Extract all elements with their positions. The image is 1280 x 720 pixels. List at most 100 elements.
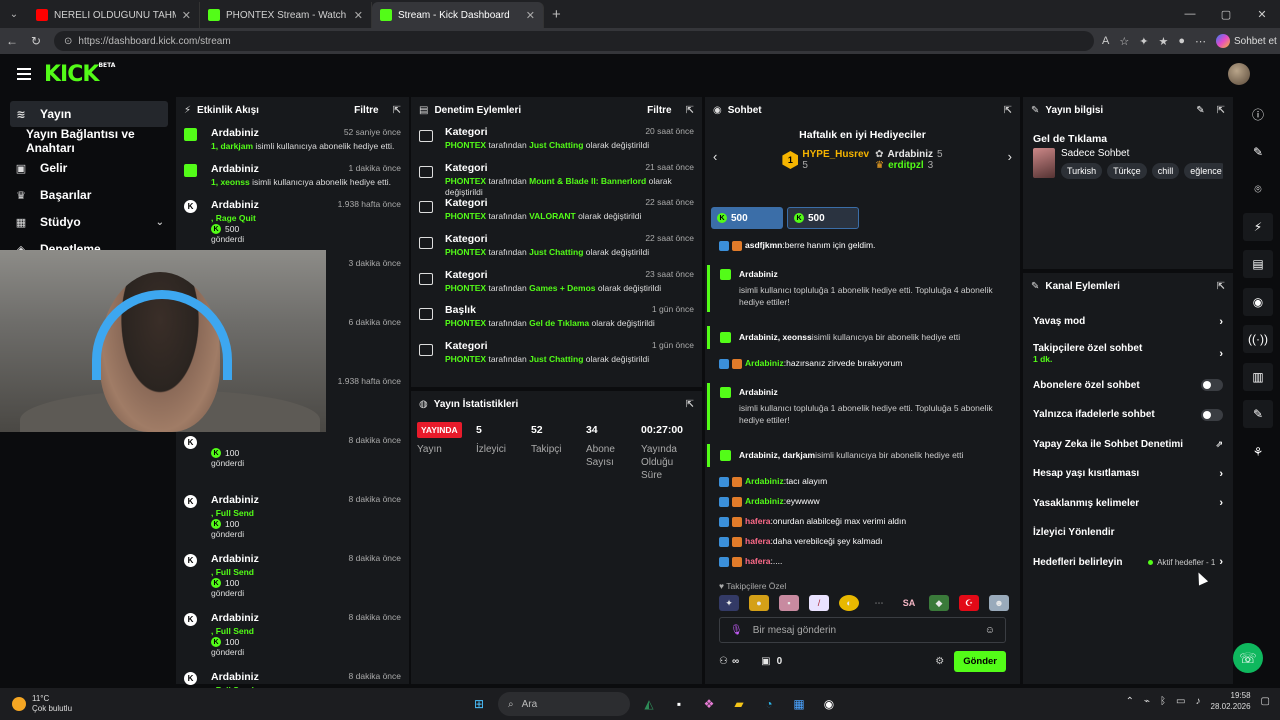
new-tab-icon[interactable]: + — [552, 6, 561, 23]
obs-icon[interactable]: ◉ — [818, 693, 840, 715]
expand-icon[interactable]: ⇱ — [686, 105, 694, 116]
tag-chip[interactable]: Türkçe — [1107, 163, 1147, 179]
channel-action-8[interactable]: İzleyici Yönlendir — [1023, 518, 1233, 548]
chat-message[interactable]: Ardabiniz: hazırsanız zirvede bırakıyoru… — [705, 358, 1020, 369]
minimize-icon[interactable]: — — [1172, 0, 1208, 28]
expand-icon[interactable]: ⇱ — [1217, 281, 1225, 292]
emote-icon[interactable]: ⋯ — [869, 595, 889, 611]
channel-action-7[interactable]: Yasaklanmış kelimeler › — [1023, 489, 1233, 519]
chat-username[interactable]: Ardabiniz — [745, 358, 784, 368]
camera-icon[interactable]: ⌾ — [1243, 175, 1273, 203]
channel-action-3[interactable]: Abonelere özel sohbet — [1023, 371, 1233, 401]
chat-username[interactable]: hafera — [745, 536, 771, 546]
profile-icon[interactable]: ● — [1178, 35, 1185, 47]
store-icon[interactable]: ▦ — [788, 693, 810, 715]
emote-icon[interactable]: / — [809, 595, 829, 611]
document-icon[interactable]: ▤ — [1243, 250, 1273, 278]
activity-item[interactable]: K Ardabiniz 1.938 hafta önce, Rage Quit K 50… — [176, 195, 409, 254]
microphone-icon[interactable]: 🎙 — [730, 625, 743, 636]
emote-icon[interactable]: ✦ — [719, 595, 739, 611]
volume-icon[interactable]: ♪ — [1196, 696, 1201, 707]
expand-icon[interactable]: ⇱ — [1217, 105, 1225, 116]
emote-icon[interactable]: ▪ — [779, 595, 799, 611]
lightning-icon[interactable]: ⚡ — [1243, 212, 1273, 241]
browser-tab-active[interactable]: Stream - Kick Dashboard ✕ — [372, 2, 544, 28]
filter-button[interactable]: Filtre — [354, 105, 378, 116]
clock[interactable]: 19:58 28.02.2026 — [1211, 690, 1251, 712]
chat-message-input[interactable]: 🎙 Bir mesaj gönderin ☺ — [719, 617, 1006, 643]
emote-icon[interactable]: ◆ — [929, 595, 949, 611]
tag-chip[interactable]: Turkish — [1061, 163, 1103, 179]
read-aloud-icon[interactable]: A — [1102, 35, 1109, 47]
gifter-row[interactable]: ♛ erditpzl 3 — [875, 160, 943, 171]
sidebar-item-basarilar[interactable]: ♛ Başarılar — [10, 182, 168, 208]
sidebar-item-yayin[interactable]: ≋ Yayın — [10, 101, 168, 127]
favorites-icon[interactable]: ★ — [1158, 35, 1168, 48]
close-tab-icon[interactable]: ✕ — [526, 9, 535, 22]
bluetooth-icon[interactable]: ᛒ — [1160, 696, 1166, 707]
settings-gear-icon[interactable]: ⚙ — [935, 656, 944, 667]
sidebar-item-stream-key[interactable]: Yayın Bağlantısı ve Anahtarı — [10, 127, 168, 155]
moderation-item[interactable]: Kategori 23 saat önce PHONTEX tarafından G… — [411, 266, 702, 302]
hamburger-menu-icon[interactable] — [17, 65, 31, 83]
chat-username[interactable]: Ardabiniz — [745, 476, 784, 486]
user-avatar[interactable] — [1228, 63, 1250, 85]
weather-widget[interactable]: 11°C Çok bulutlu — [12, 694, 72, 714]
notifications-icon[interactable]: ▢ — [1261, 696, 1270, 707]
close-window-icon[interactable]: ✕ — [1244, 0, 1280, 28]
tag-chip[interactable]: eğlence — [1184, 163, 1223, 179]
emote-icon[interactable]: ● — [749, 595, 769, 611]
kick-logo[interactable]: KICKBETA — [44, 62, 115, 87]
chat-username[interactable]: hafera — [745, 556, 771, 566]
network-icon[interactable]: ⌁ — [1144, 696, 1150, 707]
gift-box-icon[interactable]: ▣ — [761, 656, 770, 667]
turkish-flag-emote-icon[interactable]: ☪ — [959, 595, 979, 611]
wrench-icon[interactable]: ✎ — [1243, 400, 1273, 428]
pinned-gift[interactable]: K 500 — [787, 207, 859, 229]
sidebar-item-gelir[interactable]: ▣ Gelir — [10, 155, 168, 181]
pencil-icon[interactable]: ✎ — [1243, 138, 1273, 166]
apps-icon[interactable]: ⚘ — [1243, 438, 1273, 466]
chevron-up-icon[interactable]: ⌃ — [1126, 696, 1134, 707]
activity-item[interactable]: K 8 dakika önce K 100 gönderdi — [176, 431, 409, 490]
tab-list-chevron-icon[interactable]: ⌄ — [0, 0, 28, 28]
sidebar-item-studyo[interactable]: ▦ Stüdyo ⌄ — [10, 209, 168, 235]
broadcast-icon[interactable]: ((·)) — [1243, 325, 1273, 353]
support-chat-button[interactable]: ☏ — [1233, 643, 1263, 673]
url-input[interactable]: ⊙ https://dashboard.kick.com/stream — [54, 31, 1094, 51]
chat-message[interactable]: hafera: daha verebilceği şey kalmadı — [705, 536, 1020, 547]
chat-username[interactable]: Ardabiniz, xeonss — [739, 332, 812, 342]
favorite-star-icon[interactable]: ☆ — [1119, 35, 1129, 48]
copilot-button[interactable]: Sohbet et — [1215, 34, 1277, 48]
moderation-item[interactable]: Kategori 22 saat önce PHONTEX tarafından V… — [411, 194, 702, 230]
moderation-item[interactable]: Kategori 20 saat önce PHONTEX tarafından J… — [411, 123, 702, 159]
activity-item[interactable]: K Ardabiniz 8 dakika önce, Full Send K 100 gö… — [176, 549, 409, 608]
site-info-icon[interactable]: ⊙ — [64, 36, 72, 47]
top-gifter-1[interactable]: 1 HYPE_Husrev 5 — [782, 149, 869, 171]
emote-icon[interactable]: ◐ — [839, 595, 859, 611]
tag-chip[interactable]: chill — [1151, 163, 1180, 179]
chat-username[interactable]: asdfjkmn — [745, 240, 782, 250]
channel-action-6[interactable]: Hesap yaşı kısıtlaması › — [1023, 459, 1233, 489]
chat-username[interactable]: Ardabiniz — [745, 496, 784, 506]
windows-start-icon[interactable]: ⊞ — [468, 693, 490, 715]
copilot-app-icon[interactable]: ❖ — [698, 693, 720, 715]
expand-icon[interactable]: ⇱ — [686, 399, 694, 410]
toggle-switch[interactable] — [1201, 379, 1223, 392]
edge-browser-icon[interactable]: ◔ — [758, 693, 780, 715]
chat-message[interactable]: Ardabiniz: tacı alayım — [705, 476, 1020, 487]
moderation-item[interactable]: Kategori 1 gün önce PHONTEX tarafından Jus… — [411, 337, 702, 373]
widget-icon[interactable]: ◭ — [638, 693, 660, 715]
channel-action-1[interactable]: Yavaş mod › — [1023, 307, 1233, 337]
chat-message[interactable]: hafera: onurdan alabilceği max verimi al… — [705, 516, 1020, 527]
chat-bubble-icon[interactable]: ◉ — [1243, 287, 1273, 316]
emote-icon[interactable]: SA — [899, 595, 919, 611]
file-explorer-icon[interactable]: ▰ — [728, 693, 750, 715]
close-tab-icon[interactable]: ✕ — [354, 9, 363, 22]
chevron-right-icon[interactable]: › — [1008, 149, 1012, 164]
extensions-icon[interactable]: ✦ — [1139, 35, 1148, 48]
back-icon[interactable]: ← — [0, 34, 24, 48]
activity-item[interactable]: Ardabiniz 1 dakika önce 1, xeonss isimli k… — [176, 159, 409, 195]
chat-username[interactable]: Ardabiniz — [739, 269, 1006, 279]
expand-icon[interactable]: ⇱ — [393, 105, 401, 116]
